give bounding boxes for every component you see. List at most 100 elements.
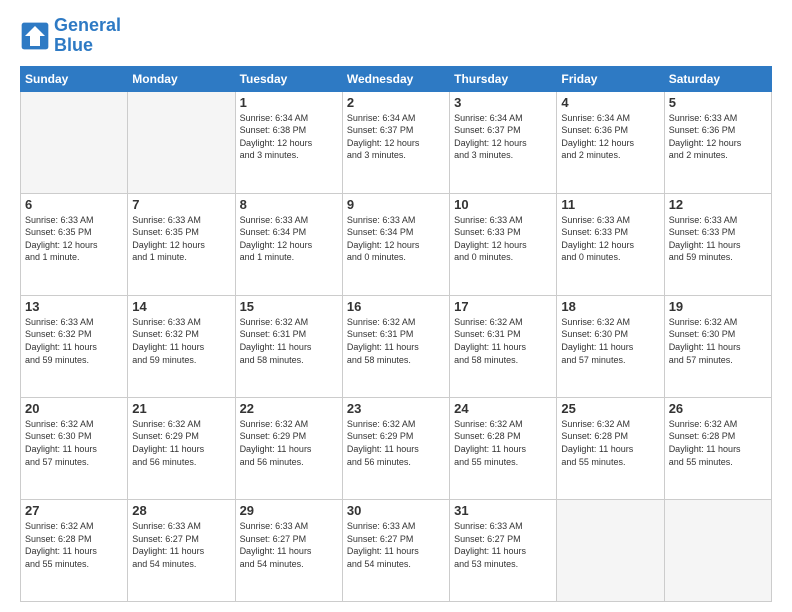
week-row-1: 6Sunrise: 6:33 AMSunset: 6:35 PMDaylight… [21, 193, 772, 295]
calendar-cell: 27 Sunrise: 6:32 AMSunset: 6:28 PMDayligh… [21, 499, 128, 601]
calendar-cell: 1 Sunrise: 6:34 AMSunset: 6:38 PMDaylight… [235, 91, 342, 193]
cell-text: Sunrise: 6:33 AMSunset: 6:35 PMDaylight:… [25, 214, 123, 264]
calendar-header-row: SundayMondayTuesdayWednesdayThursdayFrid… [21, 66, 772, 91]
cell-text: Sunrise: 6:34 AMSunset: 6:38 PMDaylight:… [240, 112, 338, 162]
day-number: 4 [561, 95, 659, 110]
day-number: 21 [132, 401, 230, 416]
week-row-3: 20 Sunrise: 6:32 AMSunset: 6:30 PMDayligh… [21, 397, 772, 499]
calendar-cell: 30 Sunrise: 6:33 AMSunset: 6:27 PMDayligh… [342, 499, 449, 601]
cell-text: Sunrise: 6:32 AMSunset: 6:31 PMDaylight:… [454, 316, 552, 366]
calendar-table: SundayMondayTuesdayWednesdayThursdayFrid… [20, 66, 772, 602]
day-number: 2 [347, 95, 445, 110]
day-number: 31 [454, 503, 552, 518]
day-number: 13 [25, 299, 123, 314]
calendar-cell: 21 Sunrise: 6:32 AMSunset: 6:29 PMDayligh… [128, 397, 235, 499]
day-number: 14 [132, 299, 230, 314]
calendar-cell: 25 Sunrise: 6:32 AMSunset: 6:28 PMDayligh… [557, 397, 664, 499]
calendar-cell: 14 Sunrise: 6:33 AMSunset: 6:32 PMDayligh… [128, 295, 235, 397]
day-number: 1 [240, 95, 338, 110]
cell-text: Sunrise: 6:32 AMSunset: 6:31 PMDaylight:… [240, 316, 338, 366]
calendar-cell: 16 Sunrise: 6:32 AMSunset: 6:31 PMDayligh… [342, 295, 449, 397]
header: General Blue [20, 16, 772, 56]
calendar-cell: 11Sunrise: 6:33 AMSunset: 6:33 PMDayligh… [557, 193, 664, 295]
calendar-cell: 12Sunrise: 6:33 AMSunset: 6:33 PMDayligh… [664, 193, 771, 295]
day-number: 16 [347, 299, 445, 314]
calendar-cell: 18Sunrise: 6:32 AMSunset: 6:30 PMDayligh… [557, 295, 664, 397]
calendar-cell [21, 91, 128, 193]
cell-text: Sunrise: 6:33 AMSunset: 6:33 PMDaylight:… [669, 214, 767, 264]
day-number: 19 [669, 299, 767, 314]
day-number: 17 [454, 299, 552, 314]
cell-text: Sunrise: 6:32 AMSunset: 6:28 PMDaylight:… [25, 520, 123, 570]
day-number: 3 [454, 95, 552, 110]
calendar-cell: 5 Sunrise: 6:33 AMSunset: 6:36 PMDaylight… [664, 91, 771, 193]
day-number: 22 [240, 401, 338, 416]
cell-text: Sunrise: 6:33 AMSunset: 6:27 PMDaylight:… [454, 520, 552, 570]
calendar-cell: 22 Sunrise: 6:32 AMSunset: 6:29 PMDayligh… [235, 397, 342, 499]
day-number: 15 [240, 299, 338, 314]
calendar-cell: 10Sunrise: 6:33 AMSunset: 6:33 PMDayligh… [450, 193, 557, 295]
cell-text: Sunrise: 6:33 AMSunset: 6:27 PMDaylight:… [240, 520, 338, 570]
calendar-cell: 20 Sunrise: 6:32 AMSunset: 6:30 PMDayligh… [21, 397, 128, 499]
day-number: 9 [347, 197, 445, 212]
cell-text: Sunrise: 6:33 AMSunset: 6:36 PMDaylight:… [669, 112, 767, 162]
calendar-cell: 8 Sunrise: 6:33 AMSunset: 6:34 PMDaylight… [235, 193, 342, 295]
col-header-tuesday: Tuesday [235, 66, 342, 91]
cell-text: Sunrise: 6:33 AMSunset: 6:35 PMDaylight:… [132, 214, 230, 264]
cell-text: Sunrise: 6:32 AMSunset: 6:30 PMDaylight:… [669, 316, 767, 366]
calendar-cell: 23Sunrise: 6:32 AMSunset: 6:29 PMDayligh… [342, 397, 449, 499]
cell-text: Sunrise: 6:32 AMSunset: 6:29 PMDaylight:… [240, 418, 338, 468]
day-number: 29 [240, 503, 338, 518]
cell-text: Sunrise: 6:33 AMSunset: 6:27 PMDaylight:… [132, 520, 230, 570]
day-number: 23 [347, 401, 445, 416]
cell-text: Sunrise: 6:33 AMSunset: 6:33 PMDaylight:… [561, 214, 659, 264]
day-number: 20 [25, 401, 123, 416]
calendar-cell: 31 Sunrise: 6:33 AMSunset: 6:27 PMDayligh… [450, 499, 557, 601]
col-header-sunday: Sunday [21, 66, 128, 91]
day-number: 28 [132, 503, 230, 518]
calendar-cell: 24 Sunrise: 6:32 AMSunset: 6:28 PMDayligh… [450, 397, 557, 499]
calendar-cell: 17 Sunrise: 6:32 AMSunset: 6:31 PMDayligh… [450, 295, 557, 397]
page: General Blue SundayMondayTuesdayWednesda… [0, 0, 792, 612]
calendar-cell: 4 Sunrise: 6:34 AMSunset: 6:36 PMDaylight… [557, 91, 664, 193]
day-number: 27 [25, 503, 123, 518]
cell-text: Sunrise: 6:32 AMSunset: 6:31 PMDaylight:… [347, 316, 445, 366]
calendar-cell: 3 Sunrise: 6:34 AMSunset: 6:37 PMDaylight… [450, 91, 557, 193]
day-number: 30 [347, 503, 445, 518]
cell-text: Sunrise: 6:33 AMSunset: 6:32 PMDaylight:… [132, 316, 230, 366]
col-header-thursday: Thursday [450, 66, 557, 91]
logo-text: General Blue [54, 16, 121, 56]
cell-text: Sunrise: 6:32 AMSunset: 6:28 PMDaylight:… [454, 418, 552, 468]
col-header-friday: Friday [557, 66, 664, 91]
week-row-2: 13 Sunrise: 6:33 AMSunset: 6:32 PMDayligh… [21, 295, 772, 397]
day-number: 26 [669, 401, 767, 416]
calendar-cell: 29 Sunrise: 6:33 AMSunset: 6:27 PMDayligh… [235, 499, 342, 601]
cell-text: Sunrise: 6:33 AMSunset: 6:34 PMDaylight:… [240, 214, 338, 264]
col-header-monday: Monday [128, 66, 235, 91]
cell-text: Sunrise: 6:33 AMSunset: 6:34 PMDaylight:… [347, 214, 445, 264]
cell-text: Sunrise: 6:32 AMSunset: 6:28 PMDaylight:… [669, 418, 767, 468]
cell-text: Sunrise: 6:32 AMSunset: 6:29 PMDaylight:… [132, 418, 230, 468]
calendar-cell: 26 Sunrise: 6:32 AMSunset: 6:28 PMDayligh… [664, 397, 771, 499]
calendar-cell: 6Sunrise: 6:33 AMSunset: 6:35 PMDaylight… [21, 193, 128, 295]
day-number: 25 [561, 401, 659, 416]
logo: General Blue [20, 16, 121, 56]
cell-text: Sunrise: 6:32 AMSunset: 6:30 PMDaylight:… [561, 316, 659, 366]
day-number: 24 [454, 401, 552, 416]
calendar-cell: 28 Sunrise: 6:33 AMSunset: 6:27 PMDayligh… [128, 499, 235, 601]
day-number: 8 [240, 197, 338, 212]
week-row-0: 1 Sunrise: 6:34 AMSunset: 6:38 PMDaylight… [21, 91, 772, 193]
cell-text: Sunrise: 6:33 AMSunset: 6:27 PMDaylight:… [347, 520, 445, 570]
calendar-cell [557, 499, 664, 601]
calendar-cell: 7Sunrise: 6:33 AMSunset: 6:35 PMDaylight… [128, 193, 235, 295]
cell-text: Sunrise: 6:32 AMSunset: 6:28 PMDaylight:… [561, 418, 659, 468]
cell-text: Sunrise: 6:33 AMSunset: 6:33 PMDaylight:… [454, 214, 552, 264]
cell-text: Sunrise: 6:34 AMSunset: 6:37 PMDaylight:… [454, 112, 552, 162]
cell-text: Sunrise: 6:34 AMSunset: 6:37 PMDaylight:… [347, 112, 445, 162]
calendar-cell: 2 Sunrise: 6:34 AMSunset: 6:37 PMDaylight… [342, 91, 449, 193]
day-number: 5 [669, 95, 767, 110]
col-header-wednesday: Wednesday [342, 66, 449, 91]
cell-text: Sunrise: 6:34 AMSunset: 6:36 PMDaylight:… [561, 112, 659, 162]
calendar-cell: 15 Sunrise: 6:32 AMSunset: 6:31 PMDayligh… [235, 295, 342, 397]
cell-text: Sunrise: 6:32 AMSunset: 6:30 PMDaylight:… [25, 418, 123, 468]
